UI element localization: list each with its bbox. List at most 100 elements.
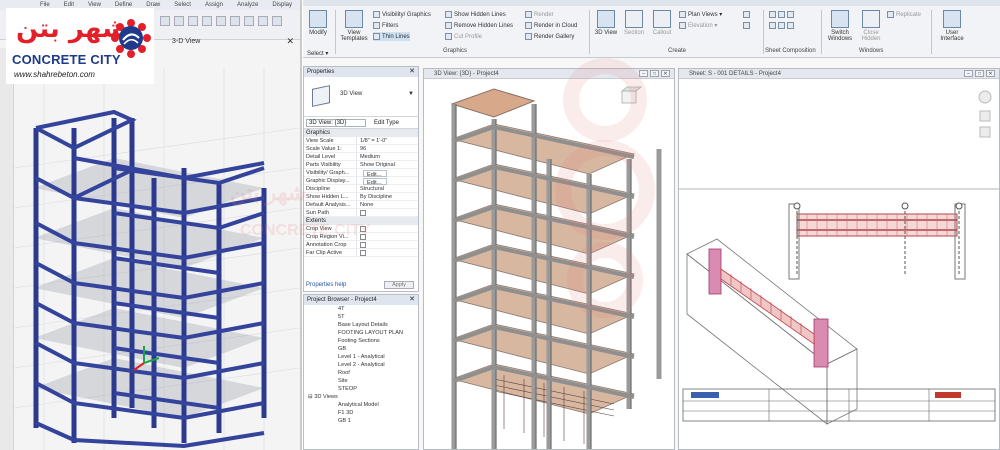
browser-item[interactable]: 5T bbox=[304, 313, 418, 321]
schedule-icon bbox=[743, 22, 750, 29]
remove-hidden-lines-button[interactable]: Remove Hidden Lines bbox=[445, 21, 513, 30]
property-row[interactable]: Show Hidden L... By Discipline bbox=[304, 193, 418, 201]
property-row[interactable]: View Scale 1/8" = 1'-0" bbox=[304, 137, 418, 145]
browser-item[interactable]: 4T bbox=[304, 305, 418, 313]
remove-hidden-icon bbox=[445, 22, 452, 29]
toolbar-button[interactable] bbox=[230, 16, 240, 26]
property-row[interactable]: Annotation Crop bbox=[304, 241, 418, 249]
property-checkbox[interactable] bbox=[360, 210, 366, 216]
replicate-button[interactable]: Replicate bbox=[887, 10, 921, 19]
minimize-icon[interactable]: – bbox=[964, 70, 973, 77]
instance-selector[interactable]: 3D View: {3D} bbox=[306, 118, 366, 127]
properties-title: Properties ✕ bbox=[304, 67, 418, 77]
property-value[interactable]: By Discipline bbox=[357, 193, 417, 200]
property-row[interactable]: Parts Visibility Show Original bbox=[304, 161, 418, 169]
sheet-drawing-area[interactable] bbox=[679, 79, 999, 449]
sheet-titlebar: Sheet: S - 001 DETAILS - Project4 – □ ✕ bbox=[679, 69, 999, 79]
property-value[interactable]: 1/8" = 1'-0" bbox=[357, 137, 417, 144]
render-button[interactable]: Render bbox=[525, 10, 554, 19]
property-value[interactable]: Medium bbox=[357, 153, 417, 160]
browser-item[interactable]: Site bbox=[304, 377, 418, 385]
modify-label: Modify bbox=[309, 30, 327, 36]
render-cloud-button[interactable]: Render in Cloud bbox=[525, 21, 577, 30]
browser-item[interactable]: STEOP bbox=[304, 385, 418, 393]
browser-item[interactable]: GB bbox=[304, 345, 418, 353]
close-icon[interactable]: ✕ bbox=[986, 70, 995, 77]
switch-windows-button[interactable]: Switch Windows bbox=[825, 8, 855, 46]
browser-item[interactable]: Base Layout Details bbox=[304, 321, 418, 329]
chevron-down-icon[interactable]: ▼ bbox=[408, 91, 414, 97]
property-row[interactable]: Default Analysis... None bbox=[304, 201, 418, 209]
property-value[interactable]: Structural bbox=[357, 185, 417, 192]
etabs-3d-model-view[interactable] bbox=[14, 48, 300, 450]
property-value[interactable]: Edit... bbox=[363, 177, 387, 185]
section-graphics[interactable]: Graphics bbox=[304, 129, 418, 137]
browser-item[interactable]: F1 3D bbox=[304, 409, 418, 417]
menu-display[interactable]: Display bbox=[272, 2, 292, 8]
property-checkbox[interactable] bbox=[360, 250, 366, 256]
toolbar-button[interactable] bbox=[160, 16, 170, 26]
edit-type-button[interactable]: Edit Type bbox=[374, 120, 399, 126]
view-3d-title: 3D View: {3D} - Project4 bbox=[434, 71, 499, 77]
user-interface-button[interactable]: User Interface bbox=[937, 8, 967, 46]
property-value[interactable]: Show Original bbox=[357, 161, 417, 168]
browser-item[interactable]: ⊟ 3D Views bbox=[304, 393, 418, 401]
elevation-dropdown[interactable]: Elevation ▾ bbox=[679, 21, 717, 30]
menu-select[interactable]: Select bbox=[174, 2, 191, 8]
toolbar-button[interactable] bbox=[174, 16, 184, 26]
toolbar-button[interactable] bbox=[188, 16, 198, 26]
browser-item[interactable]: Level 2 - Analytical bbox=[304, 361, 418, 369]
create-tool-button[interactable] bbox=[743, 21, 750, 30]
property-row[interactable]: Detail Level Medium bbox=[304, 153, 418, 161]
property-value[interactable]: Edit... bbox=[363, 169, 387, 177]
type-selector[interactable]: 3D View ▼ bbox=[304, 77, 418, 117]
modify-button[interactable]: Modify bbox=[305, 8, 331, 46]
navigation-bar[interactable] bbox=[977, 89, 993, 149]
close-hidden-button[interactable]: Close Hidden bbox=[857, 8, 885, 46]
close-icon[interactable]: ✕ bbox=[409, 67, 415, 77]
render-gallery-label: Render Gallery bbox=[534, 33, 575, 40]
apply-button[interactable]: Apply bbox=[384, 281, 414, 289]
maximize-icon[interactable]: □ bbox=[975, 70, 984, 77]
browser-item[interactable]: Footing Sections bbox=[304, 337, 418, 345]
plan-view-icon bbox=[679, 11, 686, 18]
select-dropdown[interactable]: Select ▾ bbox=[307, 50, 328, 57]
create-tool-button[interactable] bbox=[743, 10, 750, 19]
menu-analyze[interactable]: Analyze bbox=[237, 2, 258, 8]
property-row[interactable]: Scale Value 1: 96 bbox=[304, 145, 418, 153]
property-value[interactable]: 96 bbox=[357, 145, 417, 152]
toolbar-button[interactable] bbox=[258, 16, 268, 26]
property-row[interactable]: Discipline Structural bbox=[304, 185, 418, 193]
show-hidden-lines-button[interactable]: Show Hidden Lines bbox=[445, 10, 506, 19]
sheet-tool-button[interactable] bbox=[769, 10, 794, 19]
property-checkbox[interactable] bbox=[360, 242, 366, 248]
browser-item[interactable]: GB 1 bbox=[304, 417, 418, 425]
property-value[interactable]: None bbox=[357, 201, 417, 208]
property-row[interactable]: Visibility/ Graph... Edit... bbox=[304, 169, 418, 177]
browser-item[interactable]: FOOTING LAYOUT PLAN bbox=[304, 329, 418, 337]
watermark-emblem-icon bbox=[555, 58, 655, 318]
toolbar-button[interactable] bbox=[272, 16, 282, 26]
navigation-wheel-icon[interactable] bbox=[977, 89, 993, 149]
property-row[interactable]: Sun Path bbox=[304, 209, 418, 217]
view-templates-button[interactable]: View Templates bbox=[339, 8, 369, 46]
group-graphics-label: Graphics bbox=[443, 48, 468, 54]
property-row[interactable]: Graphic Display... Edit... bbox=[304, 177, 418, 185]
browser-item[interactable]: Level 1 - Analytical bbox=[304, 353, 418, 361]
visibility-graphics-button[interactable]: Visibility/ Graphics bbox=[373, 10, 431, 19]
browser-item[interactable]: Analytical Model bbox=[304, 401, 418, 409]
plan-views-dropdown[interactable]: Plan Views ▾ bbox=[679, 10, 722, 19]
group-windows-label: Windows bbox=[859, 48, 884, 54]
cut-profile-button[interactable]: Cut Profile bbox=[445, 32, 482, 41]
menu-assign[interactable]: Assign bbox=[205, 2, 223, 8]
toolbar-button[interactable] bbox=[244, 16, 254, 26]
property-row[interactable]: Far Clip Active bbox=[304, 249, 418, 257]
filters-button[interactable]: Filters bbox=[373, 21, 398, 30]
toolbar-button[interactable] bbox=[216, 16, 226, 26]
close-icon[interactable]: ✕ bbox=[409, 295, 415, 305]
sheet-tool-button[interactable] bbox=[769, 21, 794, 30]
browser-item[interactable]: Roof bbox=[304, 369, 418, 377]
thin-lines-button[interactable]: Thin Lines bbox=[373, 32, 410, 41]
close-icon[interactable]: ✕ bbox=[286, 36, 294, 47]
toolbar-button[interactable] bbox=[202, 16, 212, 26]
